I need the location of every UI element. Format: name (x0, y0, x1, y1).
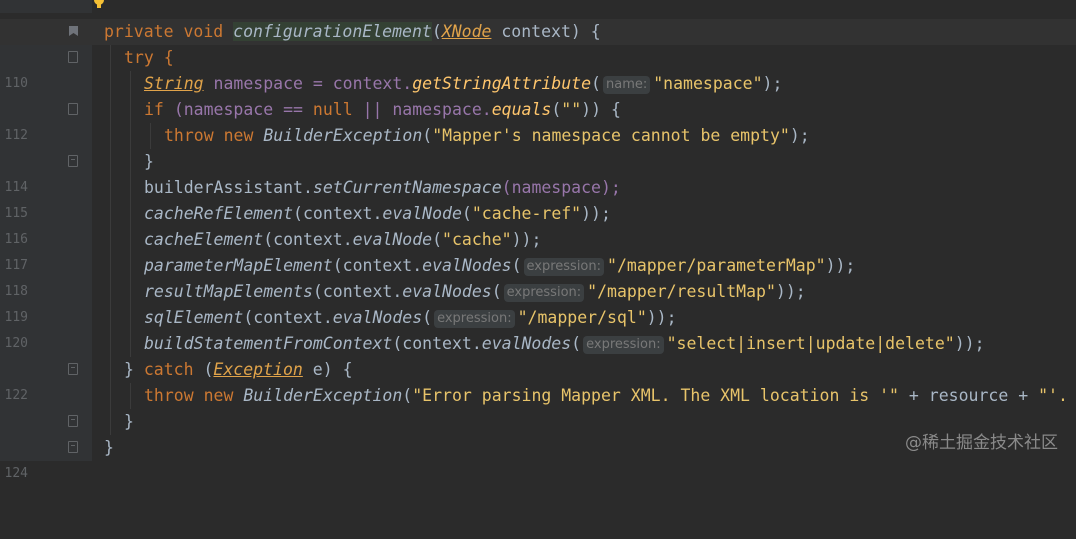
code-line[interactable]: 121 } catch (Exception e) { (0, 357, 1076, 403)
fold-end-icon[interactable] (68, 415, 78, 427)
gutter: @ (0, 19, 92, 67)
gutter: 111 (0, 97, 92, 143)
code-line[interactable]: 118 resultMapElements(context.evalNodes(… (0, 279, 1076, 305)
gutter: 115 (0, 201, 92, 227)
line-number: 115 (4, 206, 28, 221)
gutter: 118 (0, 279, 92, 305)
param-hint: expression: (523, 258, 605, 276)
param-hint: expression: (434, 310, 515, 328)
code-text: } (104, 438, 114, 457)
param-hint: expression: (503, 284, 585, 302)
code-text: String namespace = context.getStringAttr… (144, 74, 783, 94)
gutter: 110 (0, 71, 92, 97)
fold-end-icon[interactable] (68, 363, 78, 375)
gutter: 123 (0, 409, 92, 455)
line-number: 120 (4, 336, 28, 351)
gutter: 107 (0, 0, 92, 33)
code-line[interactable]: 113 } (0, 149, 1076, 195)
code-line[interactable]: 115 cacheRefElement(context.evalNode("ca… (0, 201, 1076, 227)
gutter: 121 (0, 357, 92, 403)
code-text: throw new BuilderException("Error parsin… (144, 386, 1068, 405)
code-text: private void configurationElement(XNode … (104, 22, 601, 41)
line-number: 116 (4, 232, 28, 247)
line-number: 118 (4, 284, 28, 299)
code-line[interactable]: 110 String namespace = context.getString… (0, 71, 1076, 97)
gutter: 122 (0, 383, 92, 409)
code-line[interactable]: 114 builderAssistant.setCurrentNamespace… (0, 175, 1076, 201)
gutter: 113 (0, 149, 92, 195)
gutter: 119 (0, 305, 92, 331)
code-text: try { (124, 48, 174, 67)
param-hint: expression: (583, 336, 664, 354)
line-number: 112 (4, 128, 28, 143)
code-line[interactable]: 109 try { (0, 45, 1076, 91)
line-number: 122 (4, 388, 28, 403)
watermark: @稀土掘金技术社区 (905, 433, 1058, 453)
code-text: throw new BuilderException("Mapper's nam… (164, 126, 810, 145)
code-line[interactable]: 120 buildStatementFromContext(context.ev… (0, 331, 1076, 357)
code-text: cacheElement(context.evalNode("cache")); (144, 230, 542, 249)
code-line[interactable]: 112 throw new BuilderException("Mapper's… (0, 123, 1076, 149)
gutter: 116 (0, 227, 92, 253)
line-number: 110 (4, 76, 28, 91)
gutter: 120 (0, 331, 92, 357)
code-line[interactable]: 107 (0, 0, 1076, 33)
code-line[interactable]: 119 sqlElement(context.evalNodes(express… (0, 305, 1076, 331)
code-line-current[interactable]: @ private void configurationElement(XNod… (0, 19, 1076, 67)
gutter: 117 (0, 253, 92, 279)
lightbulb-icon[interactable] (93, 0, 105, 9)
line-number: 124 (4, 466, 28, 481)
line-number: 119 (4, 310, 28, 325)
param-hint: name: (602, 76, 651, 94)
fold-icon[interactable] (68, 103, 78, 115)
gutter: 109 (0, 45, 92, 91)
code-line[interactable]: 117 parameterMapElement(context.evalNode… (0, 253, 1076, 279)
gutter: 112 (0, 123, 92, 149)
code-text: buildStatementFromContext(context.evalNo… (144, 334, 985, 354)
code-text: if (namespace == null || namespace.equal… (144, 100, 621, 119)
code-editor[interactable]: 107 @ private void configurationElement(… (0, 0, 1076, 481)
code-text: } (144, 152, 154, 171)
line-number: 114 (4, 180, 28, 195)
code-text: cacheRefElement(context.evalNode("cache-… (144, 204, 611, 223)
code-text: parameterMapElement(context.evalNodes(ex… (144, 256, 856, 276)
code-line[interactable]: 111 if (namespace == null || namespace.e… (0, 97, 1076, 143)
gutter: 124 (0, 435, 92, 481)
code-text: resultMapElements(context.evalNodes(expr… (144, 282, 806, 302)
bookmark-icon[interactable] (69, 26, 78, 36)
code-text: } catch (Exception e) { (124, 360, 353, 379)
code-text: sqlElement(context.evalNodes(expression:… (144, 308, 677, 328)
code-text: } (124, 412, 134, 431)
gutter: 114 (0, 175, 92, 201)
code-line[interactable]: 116 cacheElement(context.evalNode("cache… (0, 227, 1076, 253)
fold-end-icon[interactable] (68, 441, 78, 453)
code-line[interactable]: 122 throw new BuilderException("Error pa… (0, 383, 1076, 409)
line-number: 117 (4, 258, 28, 273)
fold-icon[interactable] (68, 51, 78, 63)
fold-end-icon[interactable] (68, 155, 78, 167)
code-text: builderAssistant.setCurrentNamespace(nam… (144, 178, 621, 197)
